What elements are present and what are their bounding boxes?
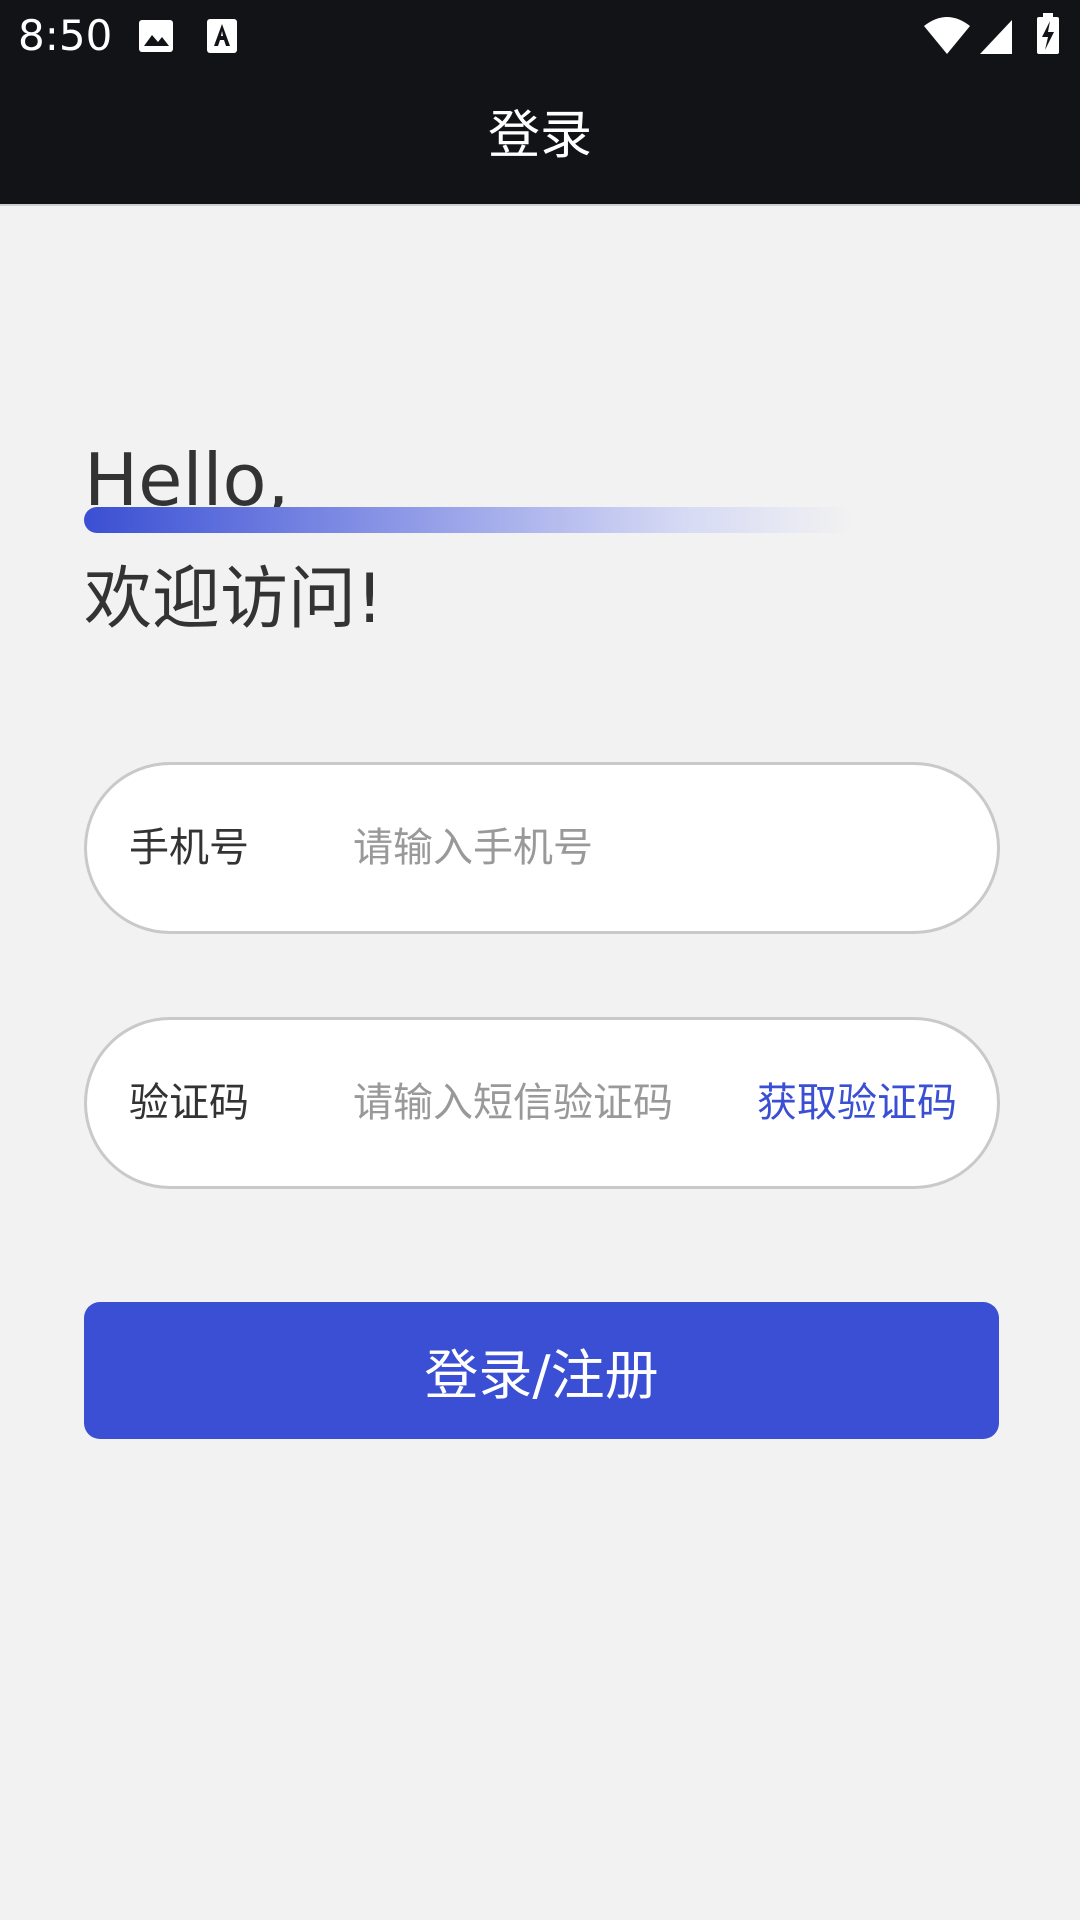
get-code-button[interactable]: 获取验证码	[757, 1020, 957, 1186]
sms-code-input[interactable]	[353, 1064, 733, 1142]
code-row: 验证码 获取验证码	[84, 1017, 1000, 1189]
cell-signal-icon	[978, 16, 1014, 56]
hello-underline-decoration	[84, 507, 854, 533]
code-label: 验证码	[129, 1080, 249, 1126]
login-register-button[interactable]: 登录/注册	[84, 1302, 999, 1439]
status-bar: 8:50	[0, 0, 1080, 72]
phone-row: 手机号	[84, 762, 1000, 934]
phone-label: 手机号	[129, 825, 249, 871]
wifi-icon	[922, 16, 972, 56]
page-title: 登录	[487, 106, 592, 166]
text-a-icon	[202, 16, 242, 56]
image-icon	[136, 16, 176, 56]
battery-charging-icon	[1034, 12, 1062, 54]
login-screen: 8:50 登录 Hello, 欢迎访问! 手机号 请输入手机号 验证码 请输入短…	[0, 0, 1080, 1920]
phone-input[interactable]	[353, 809, 773, 887]
status-time: 8:50	[18, 11, 113, 60]
app-bar: 登录	[0, 72, 1080, 206]
welcome-text: 欢迎访问!	[84, 560, 384, 639]
